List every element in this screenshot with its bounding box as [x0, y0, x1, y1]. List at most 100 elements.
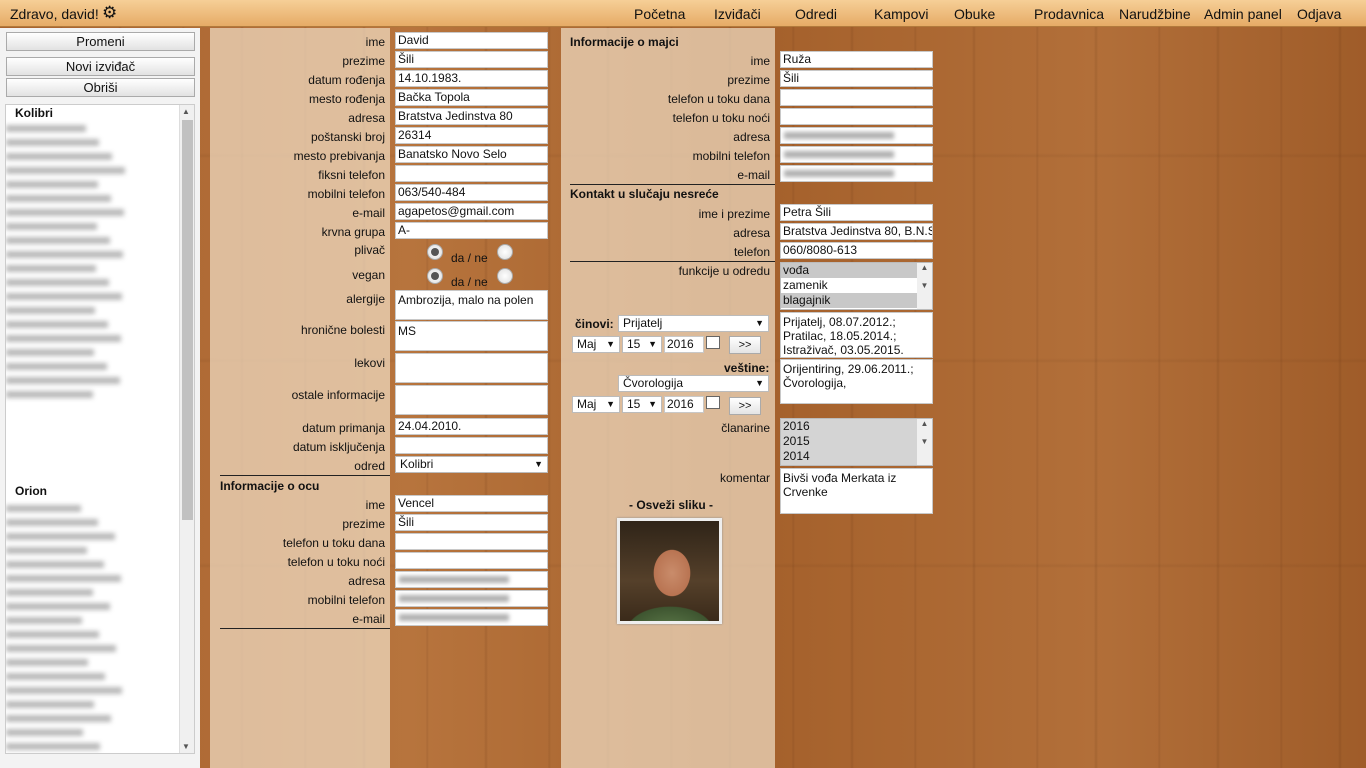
redacted-name[interactable]	[6, 391, 93, 398]
prezime-input[interactable]: Šili	[395, 51, 548, 68]
plivac-da-radio[interactable]	[427, 244, 443, 260]
funkcija-option[interactable]: zamenik	[781, 278, 932, 293]
redacted-name[interactable]	[6, 307, 95, 314]
adresa-input[interactable]: Bratstva Jedinstva 80, B.N.S	[780, 223, 933, 240]
email-input[interactable]	[780, 165, 933, 182]
adresa-input[interactable]	[395, 571, 548, 588]
redacted-name[interactable]	[6, 701, 94, 708]
adresa-input[interactable]: Bratstva Jedinstva 80	[395, 108, 548, 125]
ime-input[interactable]: David	[395, 32, 548, 49]
redacted-name[interactable]	[6, 251, 123, 258]
redacted-name[interactable]	[6, 743, 100, 750]
vestine-list-textarea[interactable]: Orijentiring, 29.06.2011.; Čvorologija,	[780, 359, 933, 404]
clanarina-option[interactable]: 2016	[781, 419, 932, 434]
redacted-name[interactable]	[6, 321, 108, 328]
vestine-day-select[interactable]: 15 ▼	[622, 396, 662, 413]
redacted-name[interactable]	[6, 505, 81, 512]
email-input[interactable]	[395, 609, 548, 626]
redacted-name[interactable]	[6, 547, 87, 554]
obrisi-button[interactable]: Obriši	[6, 78, 195, 97]
clanarina-option[interactable]: 2015	[781, 434, 932, 449]
redacted-name[interactable]	[6, 237, 110, 244]
ime-input[interactable]: Vencel	[395, 495, 548, 512]
datum-rodjenja-input[interactable]: 14.10.1983.	[395, 70, 548, 87]
mobilni-input[interactable]	[395, 590, 548, 607]
clanarina-option[interactable]: 2014	[781, 449, 932, 464]
refresh-photo-link[interactable]: - Osveži sliku -	[629, 498, 713, 512]
datum-primanja-input[interactable]: 24.04.2010.	[395, 418, 548, 435]
redacted-name[interactable]	[6, 349, 94, 356]
redacted-name[interactable]	[6, 139, 99, 146]
redacted-name[interactable]	[6, 533, 115, 540]
redacted-name[interactable]	[6, 631, 99, 638]
redacted-name[interactable]	[6, 265, 96, 272]
postanski-broj-input[interactable]: 26314	[395, 127, 548, 144]
mesto-rodjenja-input[interactable]: Bačka Topola	[395, 89, 548, 106]
redacted-name[interactable]	[6, 167, 125, 174]
prezime-input[interactable]: Šili	[395, 514, 548, 531]
scroll-thumb[interactable]	[182, 120, 193, 520]
redacted-name[interactable]	[6, 335, 121, 342]
vestine-select[interactable]: Čvorologija ▼	[618, 375, 769, 392]
promeni-button[interactable]: Promeni	[6, 32, 195, 51]
nav-prodavnica[interactable]: Prodavnica	[1034, 6, 1104, 22]
calendar-icon[interactable]	[706, 396, 720, 409]
redacted-name[interactable]	[6, 729, 83, 736]
ostale-informacije-textarea[interactable]	[395, 385, 548, 415]
calendar-icon[interactable]	[706, 336, 720, 349]
cinovi-year-input[interactable]: 2016	[664, 336, 704, 353]
redacted-name[interactable]	[6, 617, 82, 624]
nav-odredi[interactable]: Odredi	[795, 6, 837, 22]
redacted-name[interactable]	[6, 659, 88, 666]
novi-izvidjac-button[interactable]: Novi izviđač	[6, 57, 195, 76]
redacted-name[interactable]	[6, 645, 116, 652]
prezime-input[interactable]: Šili	[780, 70, 933, 87]
tel-dan-input[interactable]	[395, 533, 548, 550]
member-list[interactable]: Kolibri Orion ▲ ▼	[5, 104, 195, 754]
nav-izvidjaci[interactable]: Izviđači	[714, 6, 761, 22]
redacted-name[interactable]	[6, 223, 97, 230]
redacted-name[interactable]	[6, 153, 112, 160]
listbox-scrollbar[interactable]: ▲ ▼	[917, 419, 932, 465]
redacted-name[interactable]	[6, 575, 121, 582]
cinovi-add-button[interactable]: >>	[729, 336, 761, 354]
scroll-down-icon[interactable]: ▼	[182, 742, 190, 751]
scroll-up-icon[interactable]: ▲	[182, 107, 190, 116]
nav-narudzbine[interactable]: Narudžbine	[1119, 6, 1191, 22]
hronicne-bolesti-textarea[interactable]: MS	[395, 321, 548, 351]
redacted-name[interactable]	[6, 279, 109, 286]
odred-select[interactable]: Kolibri ▼	[395, 456, 548, 473]
mesto-prebivanja-input[interactable]: Banatsko Novo Selo	[395, 146, 548, 163]
redacted-name[interactable]	[6, 687, 122, 694]
redacted-name[interactable]	[6, 715, 111, 722]
nav-admin-panel[interactable]: Admin panel	[1204, 6, 1282, 22]
cinovi-day-select[interactable]: 15 ▼	[622, 336, 662, 353]
redacted-name[interactable]	[6, 125, 86, 132]
ime-input[interactable]: Ruža	[780, 51, 933, 68]
vestine-add-button[interactable]: >>	[729, 397, 761, 415]
adresa-input[interactable]	[780, 127, 933, 144]
listbox-scrollbar[interactable]: ▲ ▼	[917, 263, 932, 309]
vestine-month-select[interactable]: Maj ▼	[572, 396, 620, 413]
redacted-name[interactable]	[6, 603, 110, 610]
tel-noc-input[interactable]	[395, 552, 548, 569]
fiksni-telefon-input[interactable]	[395, 165, 548, 182]
redacted-name[interactable]	[6, 195, 111, 202]
redacted-name[interactable]	[6, 519, 98, 526]
komentar-textarea[interactable]: Bivši vođa Merkata iz Crvenke	[780, 468, 933, 514]
funkcije-listbox[interactable]: vođa zamenik blagajnik ▲ ▼	[780, 262, 933, 310]
redacted-name[interactable]	[6, 673, 105, 680]
redacted-name[interactable]	[6, 377, 120, 384]
redacted-name[interactable]	[6, 589, 93, 596]
redacted-name[interactable]	[6, 561, 104, 568]
alergije-textarea[interactable]: Ambrozija, malo na polen	[395, 290, 548, 320]
funkcija-option[interactable]: blagajnik	[781, 293, 932, 308]
clanarine-listbox[interactable]: 2016 2015 2014 ▲ ▼	[780, 418, 933, 466]
ime-input[interactable]: Petra Šili	[780, 204, 933, 221]
lekovi-textarea[interactable]	[395, 353, 548, 383]
email-input[interactable]: agapetos@gmail.com	[395, 203, 548, 220]
plivac-ne-radio[interactable]	[497, 244, 513, 260]
cinovi-list-textarea[interactable]: Prijatelj, 08.07.2012.; Pratilac, 18.05.…	[780, 312, 933, 358]
datum-iskljucenja-input[interactable]	[395, 437, 548, 454]
nav-odjava[interactable]: Odjava	[1297, 6, 1341, 22]
